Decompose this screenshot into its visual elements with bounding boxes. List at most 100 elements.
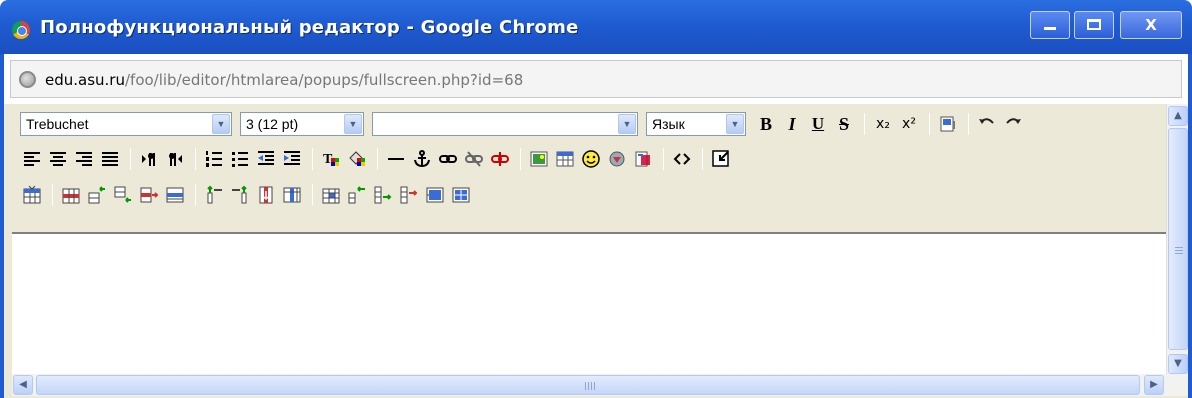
vertical-scroll-thumb[interactable] [1168,128,1188,350]
toolbar-row-2: T [20,145,735,173]
url-field[interactable]: edu.asu.ru/foo/lib/editor/htmlarea/popup… [10,60,1182,98]
chevron-down-icon: ▼ [212,114,230,134]
toolbar-separator [195,148,196,170]
vertical-scrollbar[interactable]: ▲ ▼ [1166,104,1188,374]
title-bar: Полнофункциональный редактор - Google Ch… [0,0,1192,54]
editor-toolbar: Trebuchet ▼ 3 (12 pt) ▼ ▼ Язык ▼ B I U S… [12,104,1166,232]
editor-frame: Trebuchet ▼ 3 (12 pt) ▼ ▼ Язык ▼ B I U S… [0,104,1192,398]
toolbar-separator [195,184,196,206]
toolbar-separator [968,113,969,135]
text-color-icon[interactable]: T [319,147,343,171]
grip-icon [1175,247,1183,255]
insert-char-icon[interactable] [605,147,629,171]
toolbar-row-3 [20,181,475,209]
toolbar-separator [663,148,664,170]
language-value: Язык [652,116,685,132]
insert-row-before-icon[interactable] [85,183,109,207]
superscript-button[interactable]: x² [897,112,921,136]
horizontal-rule-icon[interactable] [384,147,408,171]
split-row-icon[interactable] [163,183,187,207]
justify-center-icon[interactable] [46,147,70,171]
ltr-icon[interactable] [137,147,161,171]
toolbar-separator [312,184,313,206]
insert-cell-after-icon[interactable] [371,183,395,207]
toolbar-separator [312,148,313,170]
font-size-select[interactable]: 3 (12 pt) ▼ [240,112,364,136]
split-column-icon[interactable] [280,183,304,207]
font-family-value: Trebuchet [26,116,89,132]
merge-cells-icon[interactable] [423,183,447,207]
bold-button[interactable]: B [754,112,778,136]
delete-column-icon[interactable] [254,183,278,207]
horizontal-scroll-thumb[interactable] [36,375,1140,395]
ordered-list-icon[interactable] [202,147,226,171]
strikethrough-button[interactable]: S [832,112,856,136]
row-properties-icon[interactable] [59,183,83,207]
window-title: Полнофункциональный редактор - Google Ch… [40,17,579,38]
clean-word-icon[interactable] [936,112,960,136]
split-cell-icon[interactable] [449,183,473,207]
html-mode-icon[interactable] [670,147,694,171]
indent-icon[interactable] [280,147,304,171]
insert-row-after-icon[interactable] [111,183,135,207]
unordered-list-icon[interactable] [228,147,252,171]
language-select[interactable]: Язык ▼ [646,112,746,136]
justify-right-icon[interactable] [72,147,96,171]
scroll-left-button[interactable]: ◀ [13,375,33,395]
nolink-icon[interactable] [462,147,486,171]
toolbar-separator [130,148,131,170]
address-bar: edu.asu.ru/foo/lib/editor/htmlarea/popup… [0,54,1192,104]
scroll-right-button[interactable]: ▶ [1144,375,1164,395]
italic-button[interactable]: I [780,112,804,136]
unlink-icon[interactable] [488,147,512,171]
toolbar-separator [377,148,378,170]
scroll-down-button[interactable]: ▼ [1168,354,1188,374]
maximize-icon [1087,19,1101,30]
table-properties-icon[interactable] [20,183,44,207]
justify-left-icon[interactable] [20,147,44,171]
toolbar-separator [520,148,521,170]
redo-icon[interactable] [1001,112,1025,136]
rtl-icon[interactable] [163,147,187,171]
insert-cell-before-icon[interactable] [345,183,369,207]
image-icon[interactable] [527,147,551,171]
insert-column-before-icon[interactable] [202,183,226,207]
horizontal-scrollbar[interactable]: ◀ ▶ [12,374,1188,396]
table-icon[interactable] [553,147,577,171]
close-button[interactable]: X [1120,11,1182,39]
toolbar-row-1: Trebuchet ▼ 3 (12 pt) ▼ ▼ Язык ▼ B I U S… [20,110,1027,138]
chevron-down-icon: ▼ [618,114,636,134]
justify-full-icon[interactable] [98,147,122,171]
maximize-button[interactable] [1074,11,1114,39]
close-icon: X [1145,16,1157,34]
chrome-logo-icon [12,21,30,39]
minimize-button[interactable] [1030,11,1070,39]
link-icon[interactable] [436,147,460,171]
smiley-icon[interactable] [579,147,603,171]
url-host: edu.asu.ru [45,71,125,89]
scroll-up-button[interactable]: ▲ [1168,106,1188,126]
outdent-icon[interactable] [254,147,278,171]
delete-row-icon[interactable] [137,183,161,207]
delete-cell-icon[interactable] [397,183,421,207]
undo-icon[interactable] [975,112,999,136]
anchor-icon[interactable] [410,147,434,171]
chevron-down-icon: ▼ [344,114,362,134]
search-replace-icon[interactable] [631,147,655,171]
editor-content-area[interactable] [12,232,1166,374]
font-size-value: 3 (12 pt) [246,116,299,132]
toolbar-separator [864,113,865,135]
fullscreen-icon[interactable] [709,147,733,171]
url-path: /foo/lib/editor/htmlarea/popups/fullscre… [124,71,524,89]
cell-properties-icon[interactable] [319,183,343,207]
underline-button[interactable]: U [806,112,830,136]
globe-icon [19,71,36,88]
format-block-select[interactable]: ▼ [372,112,638,136]
grip-icon [585,382,595,390]
toolbar-separator [929,113,930,135]
background-color-icon[interactable] [345,147,369,171]
subscript-button[interactable]: x₂ [871,112,895,136]
insert-column-after-icon[interactable] [228,183,252,207]
font-family-select[interactable]: Trebuchet ▼ [20,112,232,136]
chevron-down-icon: ▼ [726,114,744,134]
